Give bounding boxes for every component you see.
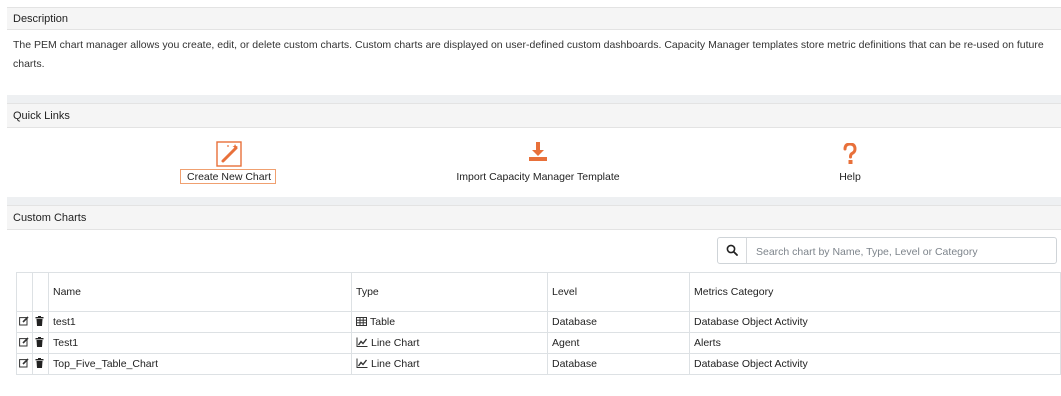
chart-search-input[interactable] (754, 241, 1048, 262)
edit-icon[interactable] (16, 353, 33, 375)
question-mark-icon (842, 142, 858, 168)
custom-charts-table: Name Type Level Metrics Category test1 T… (16, 272, 1061, 375)
download-icon (527, 141, 549, 166)
description-body: The PEM chart manager allows you create,… (7, 30, 1061, 95)
search-icon (726, 244, 738, 259)
chart-category-cell: Database Object Activity (689, 311, 1061, 333)
table-row[interactable]: Test1 Line Chart Agent Alerts (16, 332, 1061, 354)
chart-category-cell: Database Object Activity (689, 353, 1061, 375)
column-header-name[interactable]: Name (48, 272, 352, 312)
chart-type-cell: Line Chart (351, 332, 548, 354)
import-template-label: Import Capacity Manager Template (456, 171, 620, 183)
delete-column-header (32, 272, 49, 312)
chart-name-cell: Test1 (48, 332, 352, 354)
create-new-chart-link[interactable]: Create New Chart (180, 141, 278, 185)
table-row[interactable]: test1 Table Database Database Object Act… (16, 311, 1061, 333)
column-header-metrics-category[interactable]: Metrics Category (689, 272, 1061, 312)
chart-category-cell: Alerts (689, 332, 1061, 354)
help-label: Help (839, 171, 861, 183)
column-header-type[interactable]: Type (351, 272, 548, 312)
table-row[interactable]: Top_Five_Table_Chart Line Chart Database… (16, 353, 1061, 375)
create-new-chart-label: Create New Chart (186, 171, 272, 183)
quick-links-header: Quick Links (7, 103, 1061, 128)
custom-charts-header: Custom Charts (7, 205, 1061, 230)
description-header: Description (7, 7, 1061, 30)
description-title: Description (13, 13, 69, 25)
line-chart-icon (356, 358, 368, 368)
edit-icon[interactable] (16, 311, 33, 333)
import-template-link[interactable]: Import Capacity Manager Template (430, 141, 646, 185)
delete-icon[interactable] (32, 332, 49, 354)
chart-search-box[interactable] (717, 237, 1057, 264)
search-divider (746, 238, 747, 263)
chart-type-cell: Line Chart (351, 353, 548, 375)
chart-type-cell: Table (351, 311, 548, 333)
column-header-level[interactable]: Level (547, 272, 690, 312)
edit-column-header (16, 272, 33, 312)
chart-type-label: Table (370, 316, 396, 328)
chart-level-cell: Database (547, 353, 690, 375)
chart-level-cell: Agent (547, 332, 690, 354)
section-gap (7, 197, 1061, 205)
chart-type-label: Line Chart (371, 358, 420, 370)
delete-icon[interactable] (32, 311, 49, 333)
line-chart-icon (356, 337, 368, 347)
description-text: The PEM chart manager allows you create,… (13, 39, 1044, 70)
delete-icon[interactable] (32, 353, 49, 375)
magic-wand-icon (216, 141, 242, 170)
chart-name-cell: Top_Five_Table_Chart (48, 353, 352, 375)
help-link[interactable]: Help (815, 141, 885, 185)
edit-icon[interactable] (16, 332, 33, 354)
table-icon (356, 317, 367, 326)
chart-name-cell: test1 (48, 311, 352, 333)
section-gap (7, 95, 1061, 103)
custom-charts-title: Custom Charts (13, 212, 87, 224)
chart-type-label: Line Chart (371, 337, 420, 349)
quick-links-title: Quick Links (13, 110, 70, 122)
chart-level-cell: Database (547, 311, 690, 333)
table-header-row: Name Type Level Metrics Category (16, 272, 1061, 312)
